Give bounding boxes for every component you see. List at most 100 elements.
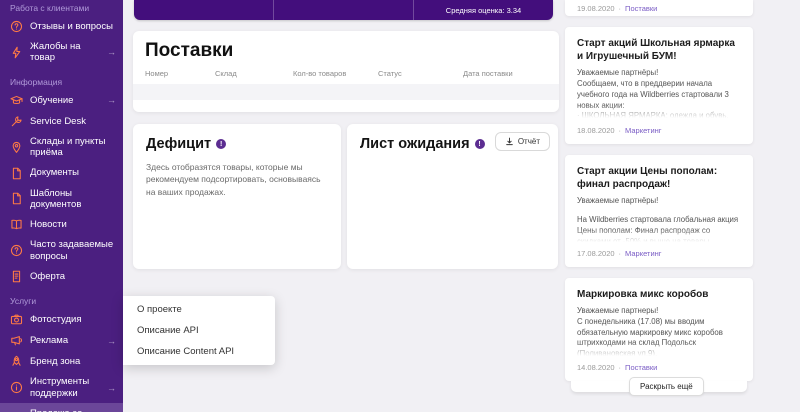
- news-body: Уважаемые партнёры! На Wildberries старт…: [577, 196, 741, 243]
- waiting-list-title-text: Лист ожидания: [360, 136, 470, 152]
- document-icon: [10, 167, 23, 180]
- sidebar-item-label: Реклама: [30, 334, 69, 346]
- banner-segment: Средняя оценка: 3.34: [413, 0, 553, 20]
- news-card[interactable]: Старт акций Школьная ярмарка и Игрушечны…: [565, 27, 753, 144]
- banner-segment: [134, 0, 273, 20]
- sidebar-item-service-desk[interactable]: Service Desk: [0, 111, 123, 132]
- news-card[interactable]: Старт акции Цены пополам: финал распрода…: [565, 155, 753, 267]
- sidebar-item-faq[interactable]: Часто задаваемые вопросы: [0, 235, 123, 266]
- separator-dot: ·: [618, 3, 622, 13]
- sidebar-item-document-templates[interactable]: Шаблоны документов: [0, 184, 123, 215]
- camera-icon: [10, 313, 23, 326]
- sidebar-item-label: Склады и пункты приёма: [30, 135, 106, 159]
- sidebar-item-support-tools[interactable]: Инструменты поддержки →: [0, 372, 123, 403]
- news-paragraph: Уважаемые партнёры!: [577, 68, 659, 78]
- book-icon: [10, 218, 23, 231]
- deficit-card: Дефицит ! Здесь отобразятся товары, кото…: [133, 124, 341, 269]
- news-title: Старт акций Школьная ярмарка и Игрушечны…: [577, 38, 735, 63]
- arrow-right-icon: →: [107, 47, 116, 58]
- news-body: Уважаемые партнеры! С понедельника (17.0…: [577, 306, 741, 357]
- sidebar-item-label: Часто задаваемые вопросы: [30, 239, 114, 262]
- sidebar-item-label: Отзывы и вопросы: [30, 20, 113, 32]
- download-icon: [505, 137, 514, 146]
- sidebar-section-information: Информация: [10, 76, 63, 87]
- sidebar-item-label: Шаблоны документов: [30, 187, 82, 210]
- wrench-icon: [10, 115, 23, 128]
- news-card-truncated[interactable]: 19.08.2020 · Поставки: [565, 0, 753, 16]
- submenu-item-api-description[interactable]: Описание API: [123, 320, 275, 341]
- news-card[interactable]: Маркировка микс коробов Уважаемые партне…: [565, 278, 753, 381]
- column-status: Статус: [378, 69, 402, 78]
- supplies-title: Поставки: [145, 40, 234, 61]
- sidebar-item-product-complaints[interactable]: Жалобы на товар →: [0, 37, 123, 68]
- sidebar-item-photo-studio[interactable]: Фотостудия: [0, 309, 123, 330]
- submenu-item-about-project[interactable]: О проекте: [123, 299, 275, 320]
- sidebar-item-label: Жалобы на товар: [30, 41, 81, 64]
- waiting-list-card: Лист ожидания ! Отчёт: [347, 124, 558, 269]
- news-footer: 14.08.2020 · Поставки: [577, 363, 657, 372]
- news-category-link[interactable]: Поставки: [625, 4, 657, 13]
- news-column: 19.08.2020 · Поставки Старт акций Школьн…: [565, 0, 753, 392]
- news-paragraph: На Wildberries стартовала глобальная акц…: [577, 215, 739, 243]
- news-footer: 18.08.2020 · Маркетинг: [577, 126, 662, 135]
- sidebar-item-documents[interactable]: Документы: [0, 163, 123, 184]
- sidebar-item-brand-zone[interactable]: Бренд зона: [0, 351, 123, 372]
- table-row: [133, 84, 559, 100]
- sidebar-item-advertising[interactable]: Реклама →: [0, 330, 123, 351]
- sidebar-section-services: Услуги: [10, 296, 37, 307]
- sidebar-item-label: Бренд зона: [30, 355, 81, 367]
- sidebar-item-label: Оферта: [30, 270, 66, 282]
- app-root: Работа с клиентами Отзывы и вопросы Жало…: [0, 0, 800, 412]
- info-badge-icon[interactable]: !: [216, 139, 227, 149]
- sidebar-item-warehouses[interactable]: Склады и пункты приёма: [0, 132, 123, 163]
- sidebar-item-supplier-warehouse-sales[interactable]: Продажа со склада поставщика →: [0, 402, 123, 412]
- sidebar-item-label: Инструменты поддержки: [30, 376, 90, 399]
- news-title: Маркировка микс коробов: [577, 289, 709, 300]
- column-quantity: Кол-во товаров: [293, 69, 347, 78]
- info-badge-icon[interactable]: !: [474, 139, 485, 149]
- arrow-right-icon: →: [107, 382, 116, 393]
- sidebar-item-label: Service Desk: [30, 115, 86, 127]
- graduation-cap-icon: [10, 94, 23, 107]
- news-paragraph: С понедельника (17.08) мы вводим обязате…: [577, 316, 723, 357]
- submenu-item-content-api-description[interactable]: Описание Content API: [123, 341, 275, 362]
- info-circle-icon: [10, 381, 23, 394]
- news-paragraph: Сообщаем, что в преддверии начала учебно…: [577, 79, 729, 110]
- rating-banner: Средняя оценка: 3.34: [134, 0, 553, 20]
- column-number: Номер: [145, 69, 169, 78]
- news-date: 14.08.2020: [577, 363, 615, 372]
- document-lines-icon: [10, 270, 23, 283]
- news-category-link[interactable]: Маркетинг: [625, 249, 661, 258]
- sidebar-item-label: Документы: [30, 167, 79, 179]
- news-category-link[interactable]: Поставки: [625, 363, 657, 372]
- arrow-right-icon: →: [107, 335, 116, 346]
- sidebar-item-label: Продажа со склада поставщика: [30, 408, 100, 412]
- supplies-table-header: Номер Склад Кол-во товаров Статус Дата п…: [133, 69, 559, 78]
- separator-dot: ·: [618, 249, 622, 258]
- news-date: 18.08.2020: [577, 126, 615, 135]
- report-button-label: Отчёт: [517, 137, 540, 146]
- megaphone-icon: [10, 334, 23, 347]
- column-warehouse: Склад: [215, 69, 237, 78]
- news-footer: 17.08.2020 · Маркетинг: [577, 249, 662, 258]
- deficit-title: Дефицит !: [146, 136, 328, 152]
- supplier-sales-submenu: О проекте Описание API Описание Content …: [123, 296, 275, 365]
- separator-dot: ·: [618, 363, 622, 372]
- news-body: Уважаемые партнёры! Сообщаем, что в пред…: [577, 68, 741, 119]
- expand-more-button[interactable]: Раскрыть ещё: [629, 377, 704, 396]
- sidebar-item-news[interactable]: Новости: [0, 214, 123, 235]
- sidebar-section-clients: Работа с клиентами: [10, 3, 90, 13]
- sidebar-item-offer[interactable]: Оферта: [0, 266, 123, 287]
- sidebar-item-label: Обучение: [30, 94, 74, 106]
- news-date: 19.08.2020: [577, 3, 615, 13]
- news-category-link[interactable]: Маркетинг: [625, 126, 661, 135]
- column-delivery-date: Дата поставки: [463, 69, 513, 78]
- question-circle-icon: [10, 244, 23, 257]
- deficit-description: Здесь отобразятся товары, которые мы рек…: [146, 162, 321, 197]
- sidebar: Работа с клиентами Отзывы и вопросы Жало…: [0, 0, 123, 412]
- sidebar-item-label: Новости: [30, 219, 67, 231]
- arrow-right-icon: →: [107, 95, 116, 106]
- sidebar-item-reviews-questions[interactable]: Отзывы и вопросы: [0, 16, 123, 37]
- sidebar-item-education[interactable]: Обучение →: [0, 90, 123, 111]
- report-button[interactable]: Отчёт: [494, 132, 550, 151]
